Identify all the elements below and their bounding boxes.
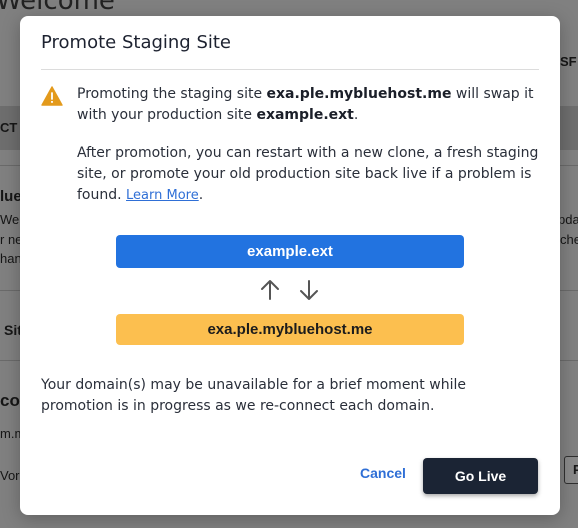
promote-staging-dialog: Promote Staging Site Promoting the stagi… [20, 16, 560, 515]
after-promotion-post: . [198, 187, 204, 203]
domain-unavailable-text: Your domain(s) may be unavailable for a … [41, 377, 466, 414]
promotion-warning-text: Promoting the staging site exa.ple.myblu… [77, 84, 547, 126]
learn-more-link[interactable]: Learn More [126, 188, 199, 203]
background-fragment: han [0, 251, 22, 266]
background-fragment: SF [560, 54, 577, 69]
after-promotion-text: After promotion, you can restart with a … [77, 143, 547, 206]
background-fragment: CT [0, 120, 18, 135]
background-fragment: lue [0, 188, 22, 205]
cancel-button[interactable]: Cancel [360, 465, 406, 481]
staging-domain-text: exa.ple.mybluehost.me [266, 86, 452, 102]
background-button: P [564, 456, 578, 484]
production-site-box: example.ext [116, 235, 464, 268]
arrow-up-icon [261, 280, 279, 300]
warning-text-post: . [353, 107, 359, 123]
warning-triangle-icon [41, 86, 63, 106]
arrow-down-icon [300, 280, 318, 300]
dialog-divider [41, 69, 539, 70]
background-page-title: Welcome [0, 0, 115, 16]
background-fragment: che [560, 232, 578, 247]
production-domain-text: example.ext [256, 107, 354, 123]
dialog-title: Promote Staging Site [41, 32, 232, 53]
background-fragment: pda [558, 212, 578, 227]
background-fragment: We [0, 212, 20, 227]
warning-text-pre: Promoting the staging site [77, 86, 267, 102]
staging-site-box: exa.ple.mybluehost.me [116, 314, 464, 345]
go-live-button[interactable]: Go Live [423, 458, 538, 494]
